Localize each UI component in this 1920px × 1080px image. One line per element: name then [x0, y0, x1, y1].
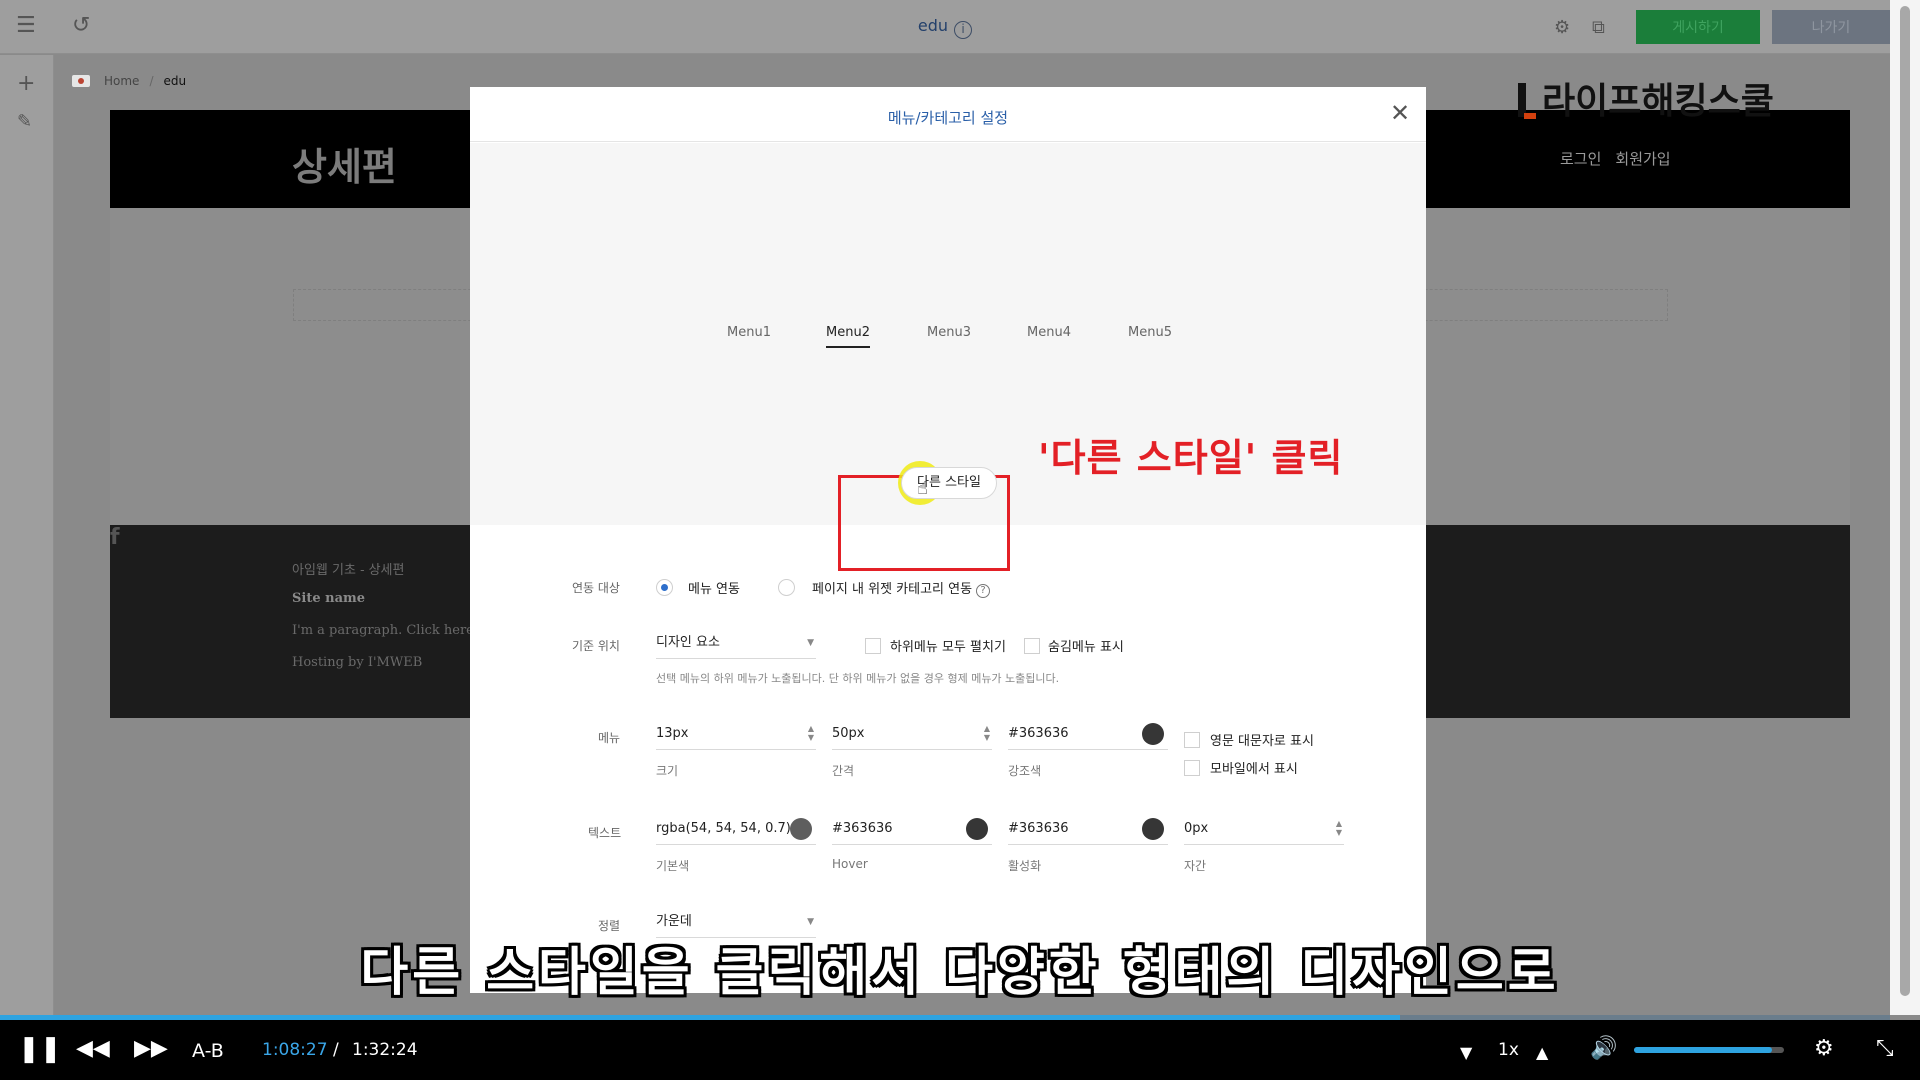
color-swatch[interactable] [966, 818, 988, 840]
expand-submenus-label: 하위메뉴 모두 펼치기 [890, 640, 1006, 655]
text-base-color-field[interactable]: rgba(54, 54, 54, 0.7) [656, 815, 816, 845]
facebook-icon[interactable]: f [110, 525, 120, 550]
menu-size-stepper[interactable]: 13px ▲ ▼ [656, 720, 816, 750]
preview-menu-item[interactable]: Menu5 [1128, 325, 1172, 340]
letter-spacing-stepper[interactable]: 0px ▲ ▼ [1184, 815, 1344, 845]
preview-menu-item[interactable]: Menu4 [1027, 325, 1071, 340]
show-hidden-menu-label: 숨김메뉴 표시 [1048, 640, 1124, 655]
footer-site-name: Site name [292, 591, 366, 606]
hand-cursor-icon: ☝ [917, 478, 928, 499]
footer-line: 아임웹 기초 - 상세편 [292, 563, 405, 578]
menu-link-option-label: 메뉴 연동 [688, 582, 740, 597]
base-position-select[interactable]: 디자인 요소 ▼ [656, 629, 816, 659]
logo-mark-icon [1518, 83, 1536, 119]
video-subtitle: 다른 스타일을 클릭해서 다양한 형태의 디자인으로 [360, 943, 1560, 1003]
menu-category-settings-modal: 메뉴/카테고리 설정 ✕ Menu1 Menu2 Menu3 Menu4 Men… [470, 87, 1426, 993]
modal-header: 메뉴/카테고리 설정 ✕ [470, 87, 1426, 142]
language-flag-icon[interactable] [72, 75, 90, 87]
show-on-mobile-checkbox[interactable] [1184, 760, 1200, 776]
uppercase-checkbox[interactable] [1184, 732, 1200, 748]
color-swatch[interactable] [1142, 818, 1164, 840]
fast-forward-icon[interactable]: ▶▶ [134, 1036, 168, 1062]
info-icon[interactable]: i [954, 21, 973, 39]
text-base-caption: 기본색 [656, 859, 690, 873]
stepper-arrows-icon[interactable]: ▲ ▼ [808, 724, 814, 742]
site-brand: 상세편 [292, 145, 397, 189]
signup-link[interactable]: 회원가입 [1615, 150, 1670, 168]
external-link-icon[interactable]: ⧉ [1592, 16, 1605, 40]
color-swatch[interactable] [790, 818, 812, 840]
menu-accent-caption: 강조색 [1008, 764, 1042, 778]
volume-fill [1634, 1047, 1772, 1053]
video-player-controls: ❚❚ ◀◀ ▶▶ A-B 1:08:27 / 1:32:24 ▼ 1x ▲ 🔊 … [0, 1020, 1920, 1080]
modal-title: 메뉴/카테고리 설정 [887, 109, 1009, 127]
breadcrumb-current: edu [163, 74, 187, 88]
letter-spacing-caption: 자간 [1184, 859, 1207, 873]
pin-icon[interactable]: ✎ [17, 111, 32, 132]
text-hover-color-field[interactable]: #363636 [832, 815, 992, 845]
text-active-color-field[interactable]: #363636 [1008, 815, 1168, 845]
scrollbar-thumb[interactable] [1900, 6, 1910, 996]
uppercase-label: 영문 대문자로 표시 [1210, 734, 1314, 749]
login-link[interactable]: 로그인 [1560, 150, 1601, 168]
exit-fullscreen-icon[interactable]: ⤡ [1876, 1036, 1894, 1062]
close-icon[interactable]: ✕ [1388, 101, 1412, 125]
total-time: 1:32:24 [352, 1040, 418, 1060]
breadcrumb-home[interactable]: Home [104, 74, 139, 88]
color-swatch[interactable] [1142, 723, 1164, 745]
volume-icon[interactable]: 🔊 [1590, 1036, 1617, 1062]
preview-menu-item-active[interactable]: Menu2 [826, 325, 870, 348]
add-icon[interactable]: + [17, 71, 35, 96]
breadcrumb: Home / edu [72, 74, 186, 88]
rewind-icon[interactable]: ◀◀ [76, 1036, 110, 1062]
show-on-mobile-label: 모바일에서 표시 [1210, 762, 1298, 777]
text-active-caption: 활성화 [1008, 859, 1042, 873]
menu-gap-stepper[interactable]: 50px ▲ ▼ [832, 720, 992, 750]
base-position-label: 기준 위치 [572, 639, 620, 653]
tutorial-annotation: '다른 스타일' 클릭 [1038, 436, 1344, 480]
school-logo: 라이프해킹스쿨 [1518, 72, 1774, 124]
exit-button[interactable]: 나가기 [1772, 10, 1890, 44]
menu-link-radio[interactable] [656, 579, 673, 596]
text-row-label: 텍스트 [588, 826, 622, 840]
menu-accent-color-field[interactable]: #363636 [1008, 720, 1168, 750]
text-hover-caption: Hover [832, 857, 868, 871]
menu-gap-caption: 간격 [832, 764, 855, 778]
playback-speed: 1x [1498, 1040, 1519, 1060]
menu-preview: Menu1 Menu2 Menu3 Menu4 Menu5 '다른 스타일' 클… [470, 143, 1426, 571]
menu-row-label: 메뉴 [598, 731, 621, 745]
pause-icon[interactable]: ❚❚ [18, 1036, 62, 1062]
settings-gear-icon[interactable]: ⚙ [1814, 1036, 1834, 1062]
page-scrollbar[interactable] [1890, 0, 1920, 1015]
widget-category-link-radio[interactable] [778, 579, 795, 596]
ab-repeat-button[interactable]: A-B [192, 1038, 224, 1064]
link-target-label: 연동 대상 [572, 581, 620, 595]
help-icon[interactable]: ? [976, 584, 991, 598]
speed-down-icon[interactable]: ▼ [1460, 1040, 1472, 1066]
publish-button[interactable]: 게시하기 [1636, 10, 1760, 44]
stepper-arrows-icon[interactable]: ▲ ▼ [984, 724, 990, 742]
editor-topbar: ☰ ↺ edu i ⚙ ⧉ 게시하기 나가기 [0, 0, 1890, 54]
expand-submenus-checkbox[interactable] [865, 638, 881, 654]
preview-menu-item[interactable]: Menu3 [927, 325, 971, 340]
time-separator: / [333, 1040, 339, 1060]
menu-size-caption: 크기 [656, 764, 679, 778]
speed-up-icon[interactable]: ▲ [1536, 1040, 1548, 1066]
chevron-down-icon: ▼ [807, 638, 814, 648]
widget-category-option: 페이지 내 위젯 카테고리 연동? [812, 578, 991, 598]
show-hidden-menu-checkbox[interactable] [1024, 638, 1040, 654]
footer-hosting: Hosting by I'MWEB [292, 655, 423, 670]
footer-paragraph: I'm a paragraph. Click here t [292, 623, 484, 638]
page-title: edu i [0, 16, 1890, 39]
stepper-arrows-icon[interactable]: ▲ ▼ [1336, 819, 1342, 837]
tool-rail: + ✎ [0, 55, 54, 1015]
site-header-links: 로그인 회원가입 [1560, 148, 1685, 169]
volume-slider[interactable] [1634, 1047, 1784, 1053]
current-time: 1:08:27 [262, 1040, 328, 1060]
gear-icon[interactable]: ⚙ [1554, 16, 1570, 40]
preview-menu-item[interactable]: Menu1 [727, 325, 771, 340]
base-position-hint: 선택 메뉴의 하위 메뉴가 노출됩니다. 단 하위 메뉴가 없을 경우 형제 메… [656, 672, 1060, 685]
other-style-button[interactable]: 다른 스타일 [901, 467, 997, 499]
